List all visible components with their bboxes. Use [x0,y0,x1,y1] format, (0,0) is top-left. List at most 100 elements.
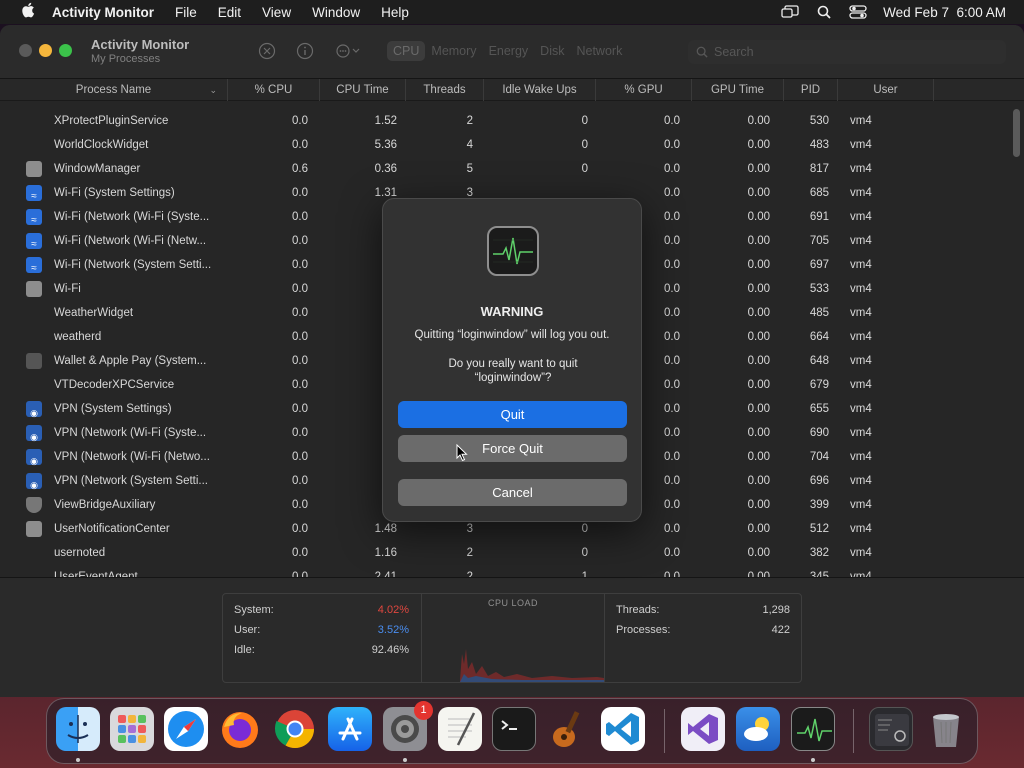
process-name: ViewBridgeAuxiliary [54,499,156,511]
column-header-gpu[interactable]: % GPU [596,79,692,101]
quit-button[interactable]: Quit [398,401,627,428]
cpu-percent: 0.0 [292,139,308,151]
column-header-gpu-time[interactable]: GPU Time [692,79,784,101]
pid: 704 [809,451,829,463]
stop-process-icon[interactable] [257,42,277,62]
tab-disk[interactable]: Disk [534,41,570,61]
user: vm4 [850,235,872,247]
trash-icon[interactable] [924,707,968,751]
user: vm4 [850,259,872,271]
search-input[interactable]: Search [688,40,1006,64]
table-header: Process Name ⌄ % CPU CPU Time Threads Id… [0,79,1024,101]
idle-wake-ups: 0 [581,115,588,127]
cpu-time: 0.36 [374,163,397,175]
spotlight-search-icon[interactable] [815,5,833,19]
textedit-icon[interactable] [438,707,482,751]
idle-label: Idle: [234,644,255,656]
process-name: WeatherWidget [54,307,134,319]
column-header-cpu[interactable]: % CPU [228,79,320,101]
control-center-icon[interactable] [849,5,867,19]
zoom-window-button[interactable] [59,44,72,57]
thread-count: 2 [466,115,473,127]
thread-count: 5 [466,163,473,175]
cancel-button[interactable]: Cancel [398,479,627,506]
pid: 685 [809,187,829,199]
dock [46,698,978,764]
cpu-percent: 0.0 [292,259,308,271]
chrome-icon[interactable] [273,707,317,751]
apple-menu-icon[interactable] [18,2,38,22]
menu-edit[interactable]: Edit [218,5,241,20]
gpu-time: 0.00 [747,163,770,175]
cpu-percent: 0.0 [292,211,308,223]
table-scrollbar[interactable] [1013,109,1020,157]
processes-value: 422 [771,624,790,636]
column-header-pid[interactable]: PID [784,79,838,101]
table-row[interactable]: XProtectPluginService 0.0 1.52 2 0 0.0 0.00 530… [0,109,1010,133]
launchpad-icon[interactable] [110,707,154,751]
menu-view[interactable]: View [262,5,291,20]
table-row[interactable]: usernoted 0.0 1.16 2 0 0.0 0.00 382 vm4 [0,541,1010,565]
wifi-process-icon: ≈ [26,185,42,202]
dialog-title: WARNING [480,304,544,319]
threads-label: Threads: [616,604,660,616]
user: vm4 [850,451,872,463]
dock-separator-2 [853,709,854,753]
menu-window[interactable]: Window [312,5,360,20]
column-header-user[interactable]: User [838,79,934,101]
search-icon [696,40,708,66]
cpu-percent: 0.0 [292,331,308,343]
firefox-icon[interactable] [218,707,262,751]
menu-help[interactable]: Help [381,5,409,20]
tab-cpu[interactable]: CPU [387,41,426,61]
user: vm4 [850,427,872,439]
force-quit-button[interactable]: Force Quit [398,435,627,462]
pid: 691 [809,211,829,223]
table-row[interactable]: WindowManager 0.6 0.36 5 0 0.0 0.00 817 vm4 [0,157,1010,181]
vpn-process-icon: ◉ [26,425,42,442]
cpu-percent: 0.0 [292,283,308,295]
visual-studio-icon[interactable] [681,707,725,751]
finder-icon[interactable] [56,707,100,751]
column-header-process-name[interactable]: Process Name ⌄ [0,79,228,101]
column-header-idle-wake-ups[interactable]: Idle Wake Ups [484,79,596,101]
gpu-time: 0.00 [747,355,770,367]
gpu-percent: 0.0 [664,427,680,439]
close-window-button[interactable] [19,44,32,57]
pid: 399 [809,499,829,511]
minimize-window-button[interactable] [39,44,52,57]
process-name: XProtectPluginService [54,115,169,127]
garageband-icon[interactable] [546,707,590,751]
gpu-time: 0.00 [747,451,770,463]
gpu-time: 0.00 [747,547,770,559]
menubar-clock[interactable]: Wed Feb 7 6:00 AM [883,5,1006,20]
column-header-cpu-time[interactable]: CPU Time [320,79,406,101]
tab-network[interactable]: Network [570,41,628,61]
downloads-stack-icon[interactable] [869,707,913,751]
gpu-percent: 0.0 [664,379,680,391]
menu-app-name[interactable]: Activity Monitor [52,5,154,20]
gpu-time: 0.00 [747,139,770,151]
cpu-stats-box: System: 4.02% User: 3.52% Idle: 92.46% C… [222,593,802,683]
weather-icon[interactable] [736,707,780,751]
quit-warning-dialog: WARNING Quitting “loginwindow” will log … [382,198,642,522]
menu-file[interactable]: File [175,5,197,20]
activity-monitor-dock-icon[interactable] [791,707,835,751]
tab-energy[interactable]: Energy [483,41,535,61]
process-name: VPN (Network (Wi-Fi (Netwo... [54,451,210,463]
gpu-time: 0.00 [747,427,770,439]
gpu-percent: 0.0 [664,115,680,127]
safari-icon[interactable] [164,707,208,751]
vpn-process-icon: ◉ [26,401,42,418]
column-header-threads[interactable]: Threads [406,79,484,101]
action-menu-icon[interactable] [334,42,364,62]
info-icon[interactable] [295,42,315,62]
terminal-icon[interactable] [492,707,536,751]
app-store-icon[interactable] [328,707,372,751]
screen-mirroring-icon[interactable] [781,5,799,19]
idle-value: 92.46% [371,644,409,656]
vscode-icon[interactable] [601,707,645,751]
tab-memory[interactable]: Memory [425,41,482,61]
table-row[interactable]: WorldClockWidget 0.0 5.36 4 0 0.0 0.00 483 vm4 [0,133,1010,157]
gray-process-icon [26,521,42,537]
